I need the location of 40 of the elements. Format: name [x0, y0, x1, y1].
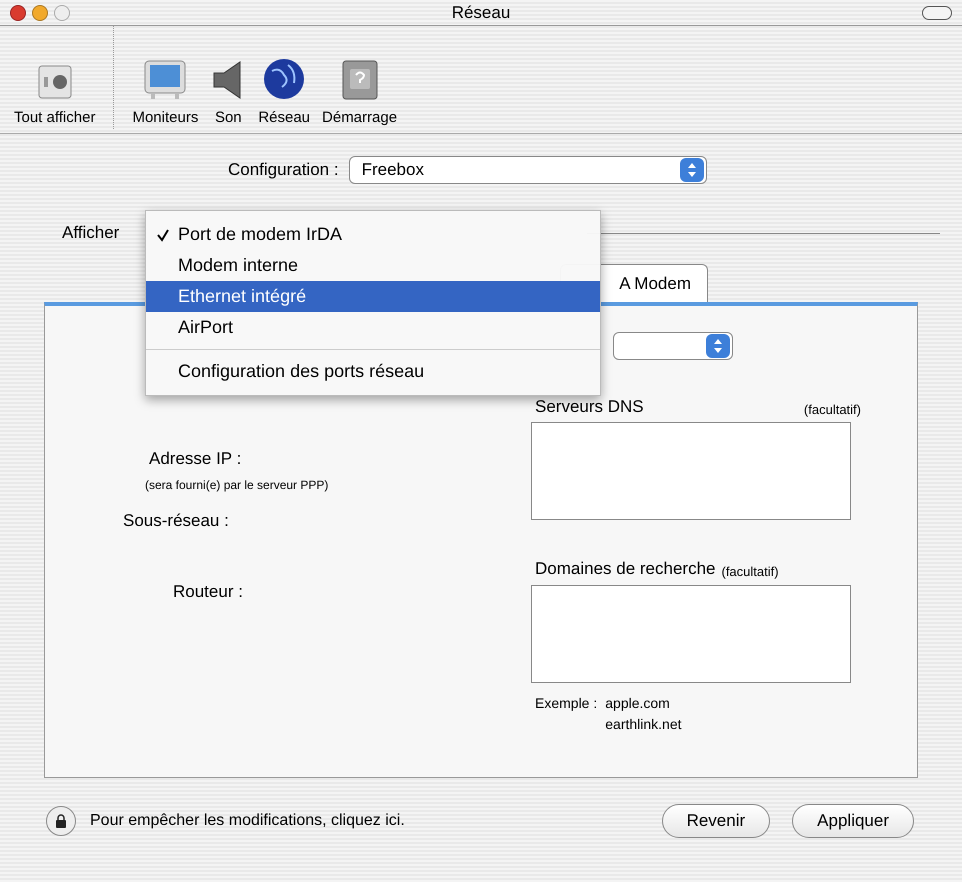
toolbar-item[interactable]: Moniteurs — [126, 58, 204, 129]
switch-panel-icon — [36, 62, 74, 100]
menu-item[interactable]: Port de modem IrDA — [146, 219, 600, 250]
toolbar-item[interactable]: Démarrage — [316, 58, 404, 129]
menu-item[interactable]: Ethernet intégré — [146, 281, 600, 312]
pill-button[interactable]: Appliquer — [792, 804, 914, 838]
close-icon[interactable] — [10, 4, 26, 20]
pill-button[interactable]: Revenir — [662, 804, 770, 838]
globe-icon — [262, 56, 306, 100]
dns-servers-field[interactable] — [531, 422, 851, 520]
zoom-icon[interactable] — [54, 4, 70, 20]
minimize-icon[interactable] — [32, 4, 48, 20]
optional-note: (facultatif) — [721, 562, 779, 581]
menu-item[interactable]: AirPort — [146, 312, 600, 343]
toolbar-item[interactable]: Réseau — [252, 56, 316, 129]
popup-arrows-icon — [706, 334, 730, 358]
example-label: Exemple : — [535, 694, 598, 713]
subnet-label: Sous-réseau : — [123, 510, 229, 532]
configuration-label: Configuration : — [228, 159, 339, 182]
lock-text: Pour empêcher les modifications, cliquez ici. — [90, 811, 405, 831]
search-domains-field[interactable] — [531, 585, 851, 683]
configure-dropdown[interactable] — [613, 332, 733, 360]
popup-arrows-icon — [680, 158, 704, 182]
monitor-icon — [143, 58, 188, 100]
show-label: Afficher — [62, 222, 120, 244]
lock-icon[interactable] — [46, 806, 76, 836]
ip-address-note: (sera fourni(e) par le serveur PPP) — [145, 476, 328, 494]
example-domain: earthlink.net — [605, 715, 682, 734]
window-title: Réseau — [452, 2, 510, 22]
menu-item[interactable]: Configuration des ports réseau — [146, 356, 600, 387]
search-domains-label: Domaines de recherche — [535, 558, 716, 580]
router-label: Routeur : — [173, 581, 243, 603]
example-domain: apple.com — [605, 694, 671, 713]
configuration-dropdown[interactable]: Freebox — [348, 156, 707, 184]
toolbar-item[interactable]: Tout afficher — [8, 62, 102, 129]
optional-note: (facultatif) — [804, 401, 861, 419]
dns-servers-label: Serveurs DNS — [535, 396, 644, 418]
toolbar-toggle-icon[interactable] — [922, 6, 952, 20]
toolbar-item[interactable]: Son — [204, 58, 252, 129]
ip-address-label: Adresse IP : — [149, 448, 242, 470]
